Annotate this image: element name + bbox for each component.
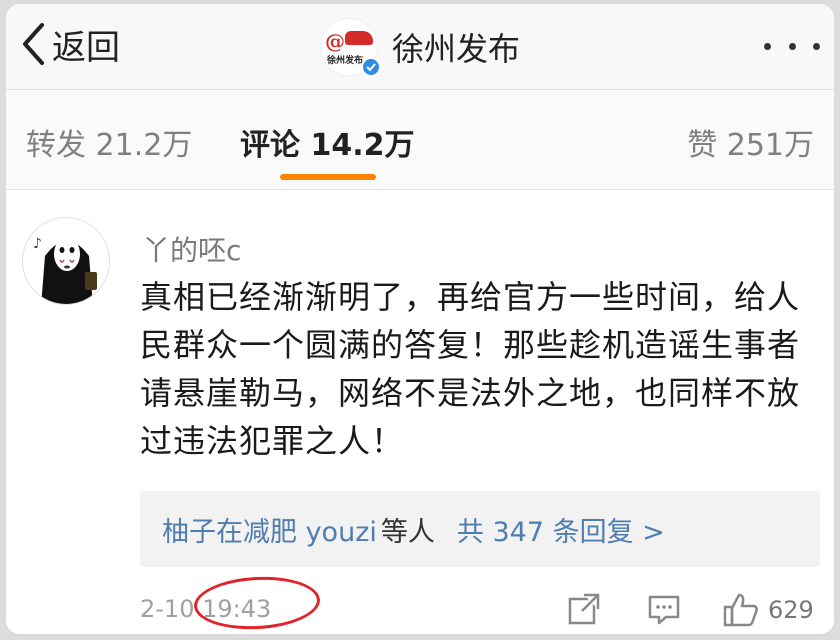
comment-body: 真相已经渐渐明了，再给官方一些时间，给人民群众一个圆满的答复！那些趁机造谣生事者… xyxy=(140,278,801,460)
comment-username[interactable]: 丫的呸c xyxy=(142,229,241,269)
logo-at-symbol: @ xyxy=(325,29,345,53)
tab-repost[interactable]: 转发 21.2万 xyxy=(26,120,192,164)
chevron-left-icon xyxy=(23,23,44,65)
reply-suffix: 等人 xyxy=(380,516,435,548)
logo-scooter-shape xyxy=(345,31,373,45)
no-face-avatar-icon: ♪ xyxy=(33,236,97,304)
account-avatar[interactable]: @ 徐州发布 xyxy=(320,18,381,77)
logo-text: 徐州发布 xyxy=(327,56,364,66)
back-label: 返回 xyxy=(52,27,120,68)
comment-meta: 2-10 19:43 629 xyxy=(140,573,820,633)
verified-badge-icon xyxy=(361,57,381,77)
more-dots-icon[interactable] xyxy=(764,34,820,58)
engagement-tabs: 转发 21.2万 评论 14.2万 赞 251万 xyxy=(6,90,834,190)
navigation-bar: 返回 @ 徐州发布 徐州发布 xyxy=(6,4,834,90)
app-frame: 返回 @ 徐州发布 徐州发布 转发 21.2万 评论 14.2万 赞 251万 xyxy=(6,4,834,634)
svg-text:♪: ♪ xyxy=(33,236,42,252)
reply-icon xyxy=(648,595,680,625)
tab-comments[interactable]: 评论 14.2万 xyxy=(240,120,414,164)
reply-button[interactable] xyxy=(646,591,682,631)
replies-summary[interactable]: 柚子在减肥 youzi 等人 共 347 条回复 > xyxy=(140,491,820,567)
account-header[interactable]: @ 徐州发布 徐州发布 xyxy=(320,16,520,78)
thumbs-up-icon xyxy=(723,593,758,627)
like-button[interactable]: 629 xyxy=(722,591,814,629)
tab-likes[interactable]: 赞 251万 xyxy=(687,120,814,164)
share-button[interactable] xyxy=(566,591,602,631)
reply-count-link[interactable]: 共 347 条回复 > xyxy=(457,510,665,549)
back-button[interactable]: 返回 xyxy=(20,20,120,68)
red-circle-annotation xyxy=(192,573,322,633)
account-name: 徐州发布 xyxy=(392,30,521,68)
share-icon xyxy=(568,593,600,625)
active-tab-indicator xyxy=(280,174,376,180)
reply-users[interactable]: 柚子在减肥 youzi xyxy=(162,510,377,549)
like-count: 629 xyxy=(768,596,814,624)
comment-item: ♪ 丫的呸c 真相已经渐渐明了，再给官方一些时间，给人民群众一个圆满的答复！那些… xyxy=(6,191,834,634)
avatar[interactable]: ♪ xyxy=(22,217,110,305)
